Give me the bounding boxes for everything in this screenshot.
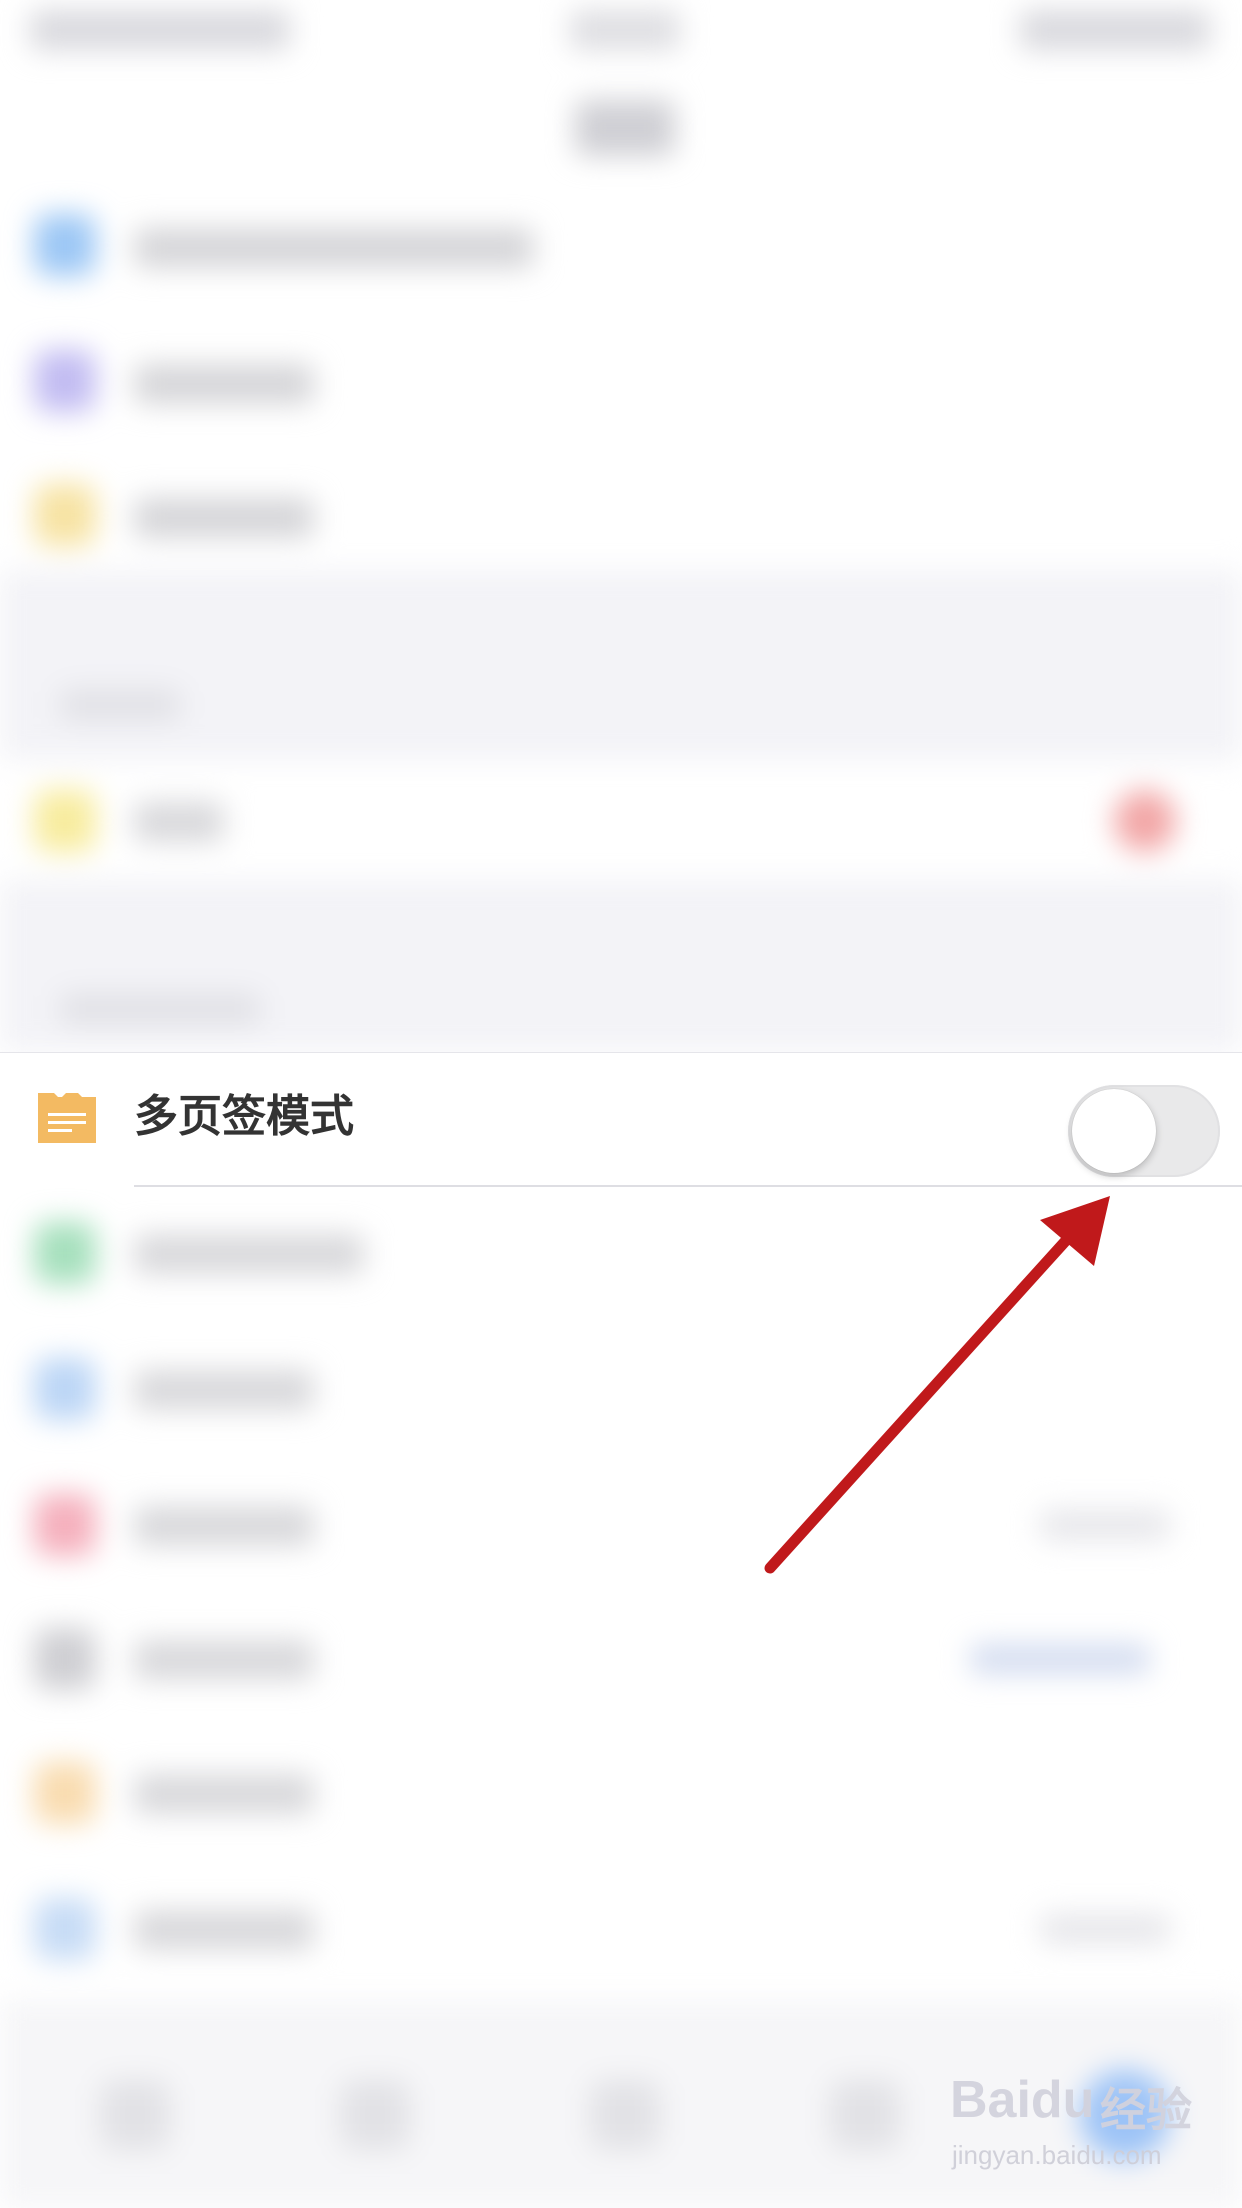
- multi-tab-toggle[interactable]: [1068, 1085, 1220, 1177]
- blurred-row-text: [134, 498, 314, 538]
- blurred-row-text: [134, 1234, 364, 1274]
- blurred-row-text: [134, 364, 314, 404]
- blurred-nav-back: [30, 10, 290, 50]
- row-divider: [134, 1185, 1242, 1187]
- baidu-watermark: Baidu 经验 jingyan.baidu.com: [950, 2070, 1230, 2190]
- blurred-badge: [1114, 790, 1176, 852]
- blurred-tab-icon: [590, 2080, 660, 2150]
- toggle-knob: [1072, 1089, 1156, 1173]
- blurred-nav-right: [1020, 10, 1210, 50]
- watermark-brand: Baidu: [950, 2071, 1095, 2129]
- blurred-row-icon: [34, 1898, 96, 1960]
- blurred-row-icon: [34, 1762, 96, 1824]
- blurred-row-text: [134, 1506, 314, 1546]
- setting-row-multi-tab-mode[interactable]: 多页签模式: [0, 1052, 1242, 1187]
- blurred-row-icon: [34, 1628, 96, 1690]
- blurred-section-header: [60, 690, 180, 720]
- blurred-row-icon: [34, 1358, 96, 1420]
- blurred-row-icon: [34, 214, 96, 276]
- blurred-nav-title: [570, 10, 680, 50]
- blurred-tab-icon: [830, 2080, 900, 2150]
- blurred-section-band: [0, 570, 1242, 760]
- blurred-row-text: [134, 1910, 314, 1950]
- setting-label: 多页签模式: [134, 1091, 354, 1142]
- blurred-row-value: [1040, 1510, 1170, 1540]
- blurred-tab-icon: [340, 2080, 410, 2150]
- blurred-row-icon: [34, 350, 96, 412]
- blurred-header-avatar: [575, 100, 675, 156]
- blurred-tab-icon: [100, 2080, 170, 2150]
- blurred-row-icon: [34, 790, 96, 852]
- blurred-row-text: [134, 1774, 314, 1814]
- blurred-row-text: [134, 1370, 314, 1410]
- blurred-section-header: [60, 994, 260, 1024]
- blurred-row-text: [134, 228, 534, 268]
- blurred-section-band: [0, 880, 1242, 1052]
- watermark-cn: 经验: [1100, 2083, 1192, 2137]
- blurred-row-value: [970, 1644, 1150, 1674]
- blurred-row-icon: [34, 484, 96, 546]
- blurred-row-icon: [34, 1222, 96, 1284]
- blurred-row-icon: [34, 1494, 96, 1556]
- watermark-url: jingyan.baidu.com: [952, 2140, 1162, 2170]
- blurred-row-value: [1040, 1914, 1170, 1944]
- folder-list-icon: [38, 1093, 96, 1143]
- blurred-row-text: [134, 802, 224, 842]
- blurred-row-text: [134, 1640, 314, 1680]
